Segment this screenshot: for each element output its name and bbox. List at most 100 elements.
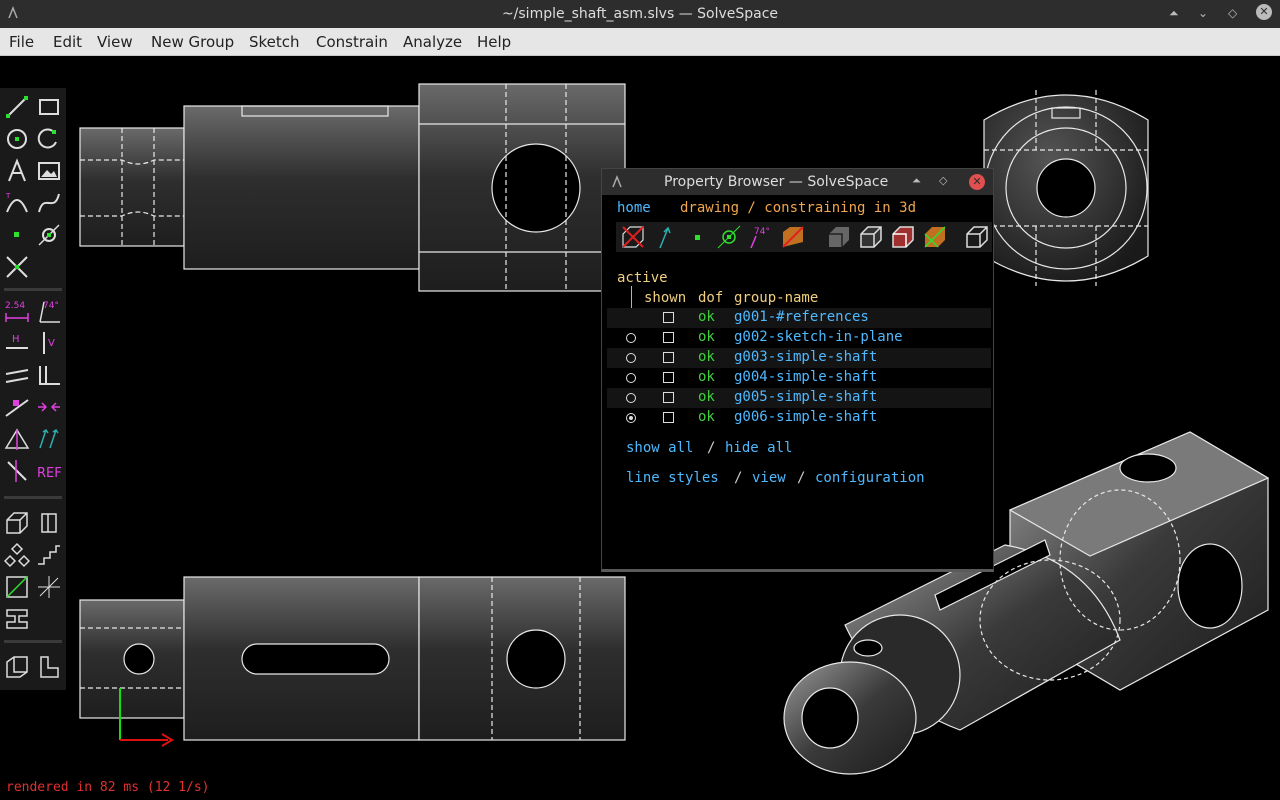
line-styles-link[interactable]: line styles (626, 470, 719, 486)
show-all-link[interactable]: show all (626, 440, 693, 456)
svg-text:V: V (48, 338, 55, 349)
workplane-tool-icon[interactable] (36, 222, 62, 248)
import-part-icon[interactable] (36, 654, 62, 680)
group-active-radio[interactable] (626, 333, 636, 343)
lathe-group-icon[interactable] (4, 606, 30, 632)
group-row-g003[interactable]: ok g003-simple-shaft (607, 348, 991, 368)
same-orientation-icon[interactable] (36, 426, 62, 452)
toolbar-separator (4, 288, 62, 291)
show-construction-icon[interactable] (716, 224, 742, 250)
point-on-line-icon[interactable] (4, 394, 30, 420)
group-dof-status: ok (698, 329, 715, 345)
show-normals-icon[interactable] (652, 224, 678, 250)
group-shown-checkbox[interactable] (663, 332, 674, 343)
sketch-toolbar: T 2.54 74° H V REF (0, 88, 66, 690)
keep-above-icon[interactable]: ⏶ (912, 174, 921, 188)
midpoint-constraint-icon[interactable] (36, 394, 62, 420)
helix-group-icon[interactable] (36, 574, 62, 600)
property-browser-toolbar: 74° (616, 222, 992, 252)
vertical-constraint-icon[interactable]: V (36, 330, 62, 356)
render-status: rendered in 82 ms (12 1/s) (6, 780, 210, 795)
link-separator: / (707, 440, 716, 456)
line-tool-icon[interactable] (4, 94, 30, 120)
show-mesh-icon[interactable] (922, 224, 948, 250)
solvespace-app-icon (612, 175, 622, 188)
horizontal-constraint-icon[interactable]: H (4, 330, 30, 356)
show-shaded-model-icon[interactable] (826, 224, 852, 250)
group-name-column-header: group-name (734, 290, 819, 306)
other-constraint-icon[interactable] (4, 458, 30, 484)
rectangle-tool-icon[interactable] (36, 94, 62, 120)
text-tool-icon[interactable] (4, 158, 30, 184)
svg-text:74°: 74° (754, 227, 770, 237)
property-browser-titlebar: Property Browser — SolveSpace ⏶ ◇ ✕ (602, 169, 993, 195)
configuration-link[interactable]: configuration (815, 470, 925, 486)
group-row-g002[interactable]: ok g002-sketch-in-plane (607, 328, 991, 348)
active-column-header: active (617, 270, 668, 286)
home-link[interactable]: home (617, 200, 651, 216)
extrude-group-icon[interactable] (36, 510, 62, 536)
front-view (79, 576, 626, 747)
group-name-link[interactable]: g005-simple-shaft (734, 389, 877, 405)
dof-column-header: dof (698, 290, 724, 306)
group-shown-checkbox[interactable] (663, 372, 674, 383)
show-constraints-icon[interactable]: 74° (748, 224, 774, 250)
group-active-radio[interactable] (626, 373, 636, 383)
show-outlines-icon[interactable] (890, 224, 916, 250)
show-faces-icon[interactable] (780, 224, 806, 250)
split-curves-icon[interactable] (4, 254, 30, 280)
group-active-radio[interactable] (626, 413, 636, 423)
sketch-in-3d-icon[interactable] (4, 574, 30, 600)
property-browser-title: Property Browser — SolveSpace (664, 174, 889, 190)
perpendicular-constraint-icon[interactable] (36, 362, 62, 388)
distance-constraint-icon[interactable]: 2.54 (4, 298, 30, 324)
toolbar-separator (4, 640, 62, 643)
perspective-toggle-icon[interactable] (964, 224, 990, 250)
group-name-link[interactable]: g006-simple-shaft (734, 409, 877, 425)
group-name-link[interactable]: g003-simple-shaft (734, 349, 877, 365)
symmetric-constraint-icon[interactable] (4, 426, 30, 452)
spline-tool-icon[interactable] (36, 190, 62, 216)
svg-text:H: H (12, 334, 20, 345)
show-edges-icon[interactable] (858, 224, 884, 250)
active-radio-dot (629, 416, 633, 420)
group-dof-status: ok (698, 309, 715, 325)
show-points-icon[interactable] (684, 224, 710, 250)
maximize-icon[interactable]: ◇ (939, 174, 947, 187)
group-active-radio[interactable] (626, 393, 636, 403)
group-shown-checkbox[interactable] (663, 412, 674, 423)
group-dof-status: ok (698, 389, 715, 405)
group-dof-status: ok (698, 349, 715, 365)
point-tool-icon[interactable] (4, 222, 30, 248)
shown-column-header: shown (644, 290, 687, 306)
new-workplane-group-icon[interactable] (4, 510, 30, 536)
group-row-g001[interactable]: ok g001-#references (607, 308, 991, 328)
close-window-icon[interactable]: ✕ (969, 174, 985, 190)
group-dof-status: ok (698, 409, 715, 425)
tangent-arc-tool-icon[interactable]: T (4, 190, 30, 216)
group-shown-checkbox[interactable] (663, 392, 674, 403)
group-name-link[interactable]: g001-#references (734, 309, 869, 325)
group-row-g004[interactable]: ok g004-simple-shaft (607, 368, 991, 388)
side-view (983, 90, 1149, 286)
group-row-g006[interactable]: ok g006-simple-shaft (607, 408, 991, 428)
reference-toggle-button[interactable]: REF (37, 466, 62, 481)
arc-tool-icon[interactable] (36, 126, 62, 152)
link-separator: / (797, 470, 806, 486)
parallel-constraint-icon[interactable] (4, 362, 30, 388)
link-file-icon[interactable] (4, 654, 30, 680)
image-tool-icon[interactable] (36, 158, 62, 184)
angle-constraint-icon[interactable]: 74° (36, 298, 62, 324)
group-row-g005[interactable]: ok g005-simple-shaft (607, 388, 991, 408)
show-workplanes-icon[interactable] (620, 224, 646, 250)
group-name-link[interactable]: g004-simple-shaft (734, 369, 877, 385)
hide-all-link[interactable]: hide all (725, 440, 792, 456)
step-translating-icon[interactable] (36, 542, 62, 568)
group-active-radio[interactable] (626, 353, 636, 363)
view-link[interactable]: view (752, 470, 786, 486)
group-name-link[interactable]: g002-sketch-in-plane (734, 329, 903, 345)
group-shown-checkbox[interactable] (663, 352, 674, 363)
circle-tool-icon[interactable] (4, 126, 30, 152)
group-shown-checkbox[interactable] (663, 312, 674, 323)
step-rotating-icon[interactable] (4, 542, 30, 568)
